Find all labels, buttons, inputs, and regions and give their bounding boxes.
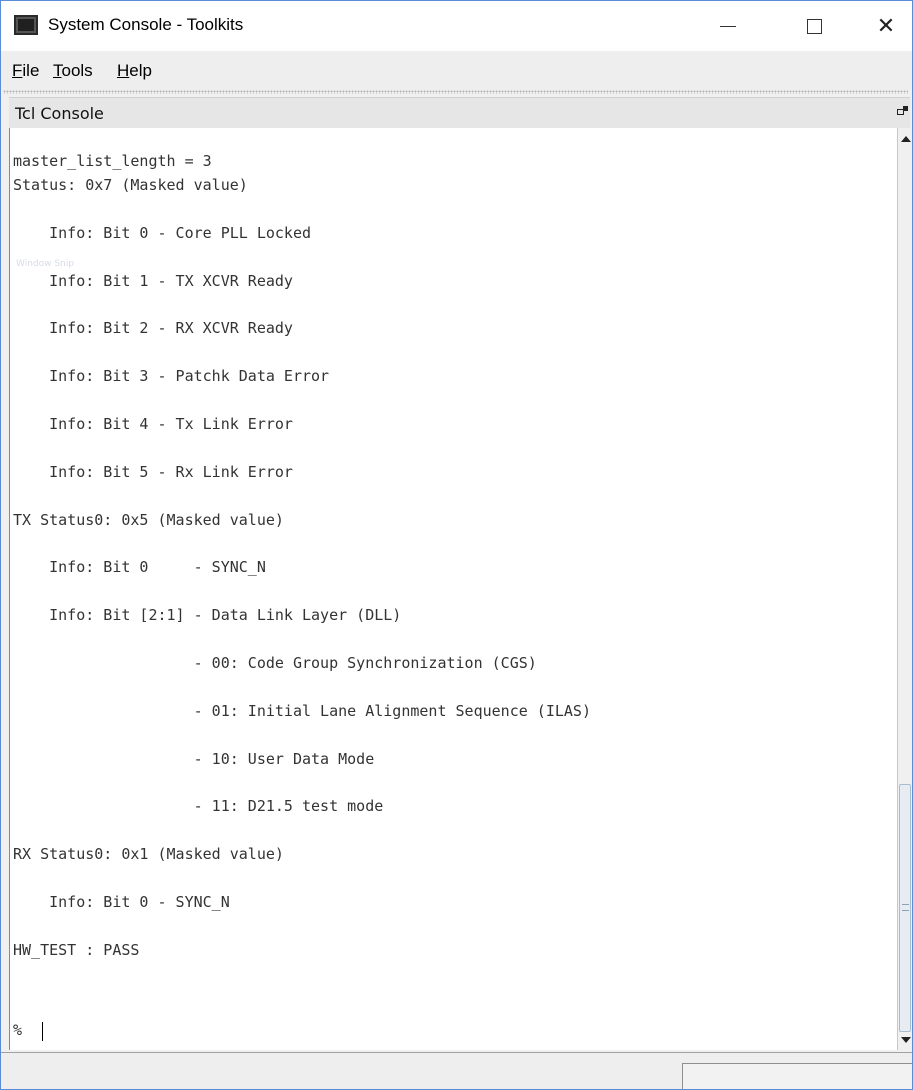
console-prompt[interactable]: % <box>13 1021 22 1039</box>
close-icon: ✕ <box>876 13 896 39</box>
console-window-icon[interactable] <box>14 15 38 35</box>
grip-icon <box>902 904 909 911</box>
menu-help-label: elp <box>129 61 152 80</box>
arrow-down-icon[interactable] <box>901 1037 911 1043</box>
panel-title: Tcl Console <box>15 104 104 123</box>
menu-file-label: ile <box>22 61 40 80</box>
title-bar[interactable]: System Console - Toolkits ✕ <box>1 1 912 51</box>
menu-tools[interactable]: Tools <box>53 61 93 81</box>
status-bar <box>1 1052 912 1089</box>
menu-tools-mnemonic: T <box>53 61 62 80</box>
menu-file[interactable]: File <box>12 61 39 81</box>
maximize-icon <box>806 18 822 34</box>
arrow-up-icon[interactable] <box>901 136 911 142</box>
undock-icon[interactable] <box>897 106 908 116</box>
drag-grip-divider[interactable] <box>3 90 908 94</box>
menu-tools-label: ools <box>61 61 93 80</box>
vertical-scrollbar[interactable] <box>897 128 912 1050</box>
maximize-button[interactable] <box>791 1 837 51</box>
minimize-button[interactable] <box>705 1 751 51</box>
console-output-text: master_list_length = 3 Status: 0x7 (Mask… <box>13 152 591 959</box>
menu-help-mnemonic: H <box>117 61 130 80</box>
system-console-window: System Console - Toolkits ✕ File Tools H… <box>0 0 913 1090</box>
window-title: System Console - Toolkits <box>48 15 244 34</box>
menu-bar: File Tools Help <box>1 51 912 91</box>
minimize-icon <box>720 25 736 27</box>
status-field <box>682 1063 912 1089</box>
menu-help[interactable]: Help <box>117 61 152 81</box>
text-caret <box>42 1022 43 1041</box>
tcl-console-panel-header[interactable]: Tcl Console <box>9 97 910 129</box>
window-snip-overlay: Window Snip <box>16 259 74 269</box>
close-button[interactable]: ✕ <box>863 1 909 51</box>
scrollbar-thumb[interactable] <box>899 784 911 1032</box>
tcl-console-output[interactable]: master_list_length = 3 Status: 0x7 (Mask… <box>9 128 898 1050</box>
menu-file-mnemonic: F <box>12 61 23 80</box>
